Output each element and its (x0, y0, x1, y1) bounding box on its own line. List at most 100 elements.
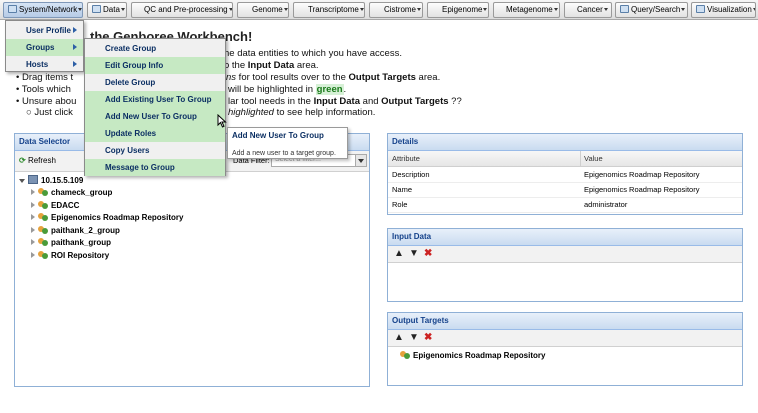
top-menubar: System/Network Data QC and Pre-processin… (0, 0, 758, 20)
menu-item-update-roles[interactable]: Update Roles (85, 125, 225, 142)
tree-group-item[interactable]: paithank_2_group (31, 225, 120, 236)
remove-icon[interactable]: ✖ (424, 249, 432, 259)
collapsed-triangle-icon[interactable] (31, 202, 35, 208)
intro-line-3-tail: ns for tool results over to the Output T… (226, 72, 440, 83)
server-icon (28, 175, 38, 184)
tree-group-label: ROI Repository (51, 251, 110, 260)
menu-item-groups[interactable]: Groups (6, 39, 83, 56)
qc-preprocessing-menu-button[interactable]: QC and Pre-processing (131, 2, 233, 18)
attribute-cell: Description (392, 170, 430, 179)
intro-line-3-post: area. (415, 72, 441, 83)
intro-line-5-tail: lar tool needs in the Input Data and Out… (228, 96, 462, 107)
intro-line-6-post: to see help information. (273, 107, 376, 118)
value-cell: Epigenomics Roadmap Repository (584, 170, 700, 179)
tree-group-item[interactable]: ROI Repository (31, 250, 109, 261)
menu-item-label: Groups (26, 43, 55, 52)
output-target-item[interactable]: Epigenomics Roadmap Repository (400, 350, 545, 361)
chevron-down-icon (483, 8, 488, 11)
cistrome-menu-button[interactable]: Cistrome (369, 2, 423, 18)
intro-line-3-bold: Output Targets (348, 72, 416, 83)
collapsed-triangle-icon[interactable] (31, 189, 35, 195)
tree-group-label: EDACC (51, 201, 80, 210)
value-column-header[interactable]: Value (584, 151, 603, 166)
chevron-right-icon (73, 27, 77, 33)
tree-group-item[interactable]: EDACC (31, 200, 79, 211)
menu-item-delete-group[interactable]: Delete Group (85, 74, 225, 91)
menu-item-label: Hosts (26, 60, 49, 69)
remove-icon[interactable]: ✖ (424, 333, 432, 343)
intro-line-6: ○ Just click (26, 107, 73, 118)
expanded-triangle-icon[interactable] (19, 179, 25, 183)
menu-item-create-group[interactable]: Create Group (85, 40, 225, 57)
data-menu-label: Data (103, 5, 120, 14)
chevron-down-icon (120, 8, 125, 11)
intro-line-5: • Unsure abou (16, 96, 77, 107)
cancer-menu-button[interactable]: Cancer (564, 2, 612, 18)
intro-line-2-bold: Input Data (247, 60, 295, 71)
system-network-menu-button[interactable]: System/Network (3, 2, 83, 18)
menu-item-message-to-group[interactable]: Message to Group (85, 159, 225, 176)
chevron-down-icon (553, 8, 558, 11)
output-targets-toolbar: ▲ ▼ ✖ (388, 330, 742, 347)
tree-group-item[interactable]: chameck_group (31, 187, 112, 198)
chevron-down-icon[interactable] (355, 155, 366, 166)
intro-line-5-bold-1: Input Data (313, 96, 361, 107)
table-row[interactable]: Role administrator (388, 197, 742, 213)
genome-menu-button[interactable]: Genome (237, 2, 289, 18)
details-grid-header: Attribute Value (388, 151, 742, 167)
intro-line-5-pre: Unsure abou (21, 96, 77, 107)
query-search-menu-button[interactable]: Query/Search (615, 2, 688, 18)
tree-group-item[interactable]: paithank_group (31, 237, 111, 248)
intro-line-4-mid: will be highlighted in (228, 84, 316, 95)
menu-item-add-new-user[interactable]: Add New User To Group (85, 108, 225, 125)
groups-submenu: Create Group Edit Group Info Delete Grou… (84, 38, 226, 176)
tree-root-label: 10.15.5.109 (41, 176, 84, 185)
intro-line-2-post: area. (294, 60, 319, 71)
value-cell: administrator (584, 200, 628, 209)
move-down-icon[interactable]: ▼ (409, 249, 419, 259)
tooltip-body: Add a new user to a target group. (232, 150, 336, 157)
tree-group-item[interactable]: Epigenomics Roadmap Repository (31, 212, 183, 223)
menu-item-copy-users[interactable]: Copy Users (85, 142, 225, 159)
move-down-icon[interactable]: ▼ (409, 333, 419, 343)
refresh-button[interactable]: ⟳ Refresh (19, 155, 56, 166)
table-row[interactable]: Description Epigenomics Roadmap Reposito… (388, 167, 742, 183)
menu-item-hosts[interactable]: Hosts (6, 56, 83, 73)
intro-line-4-post: . (343, 84, 347, 95)
chevron-down-icon (681, 8, 686, 11)
system-icon (8, 5, 17, 13)
collapsed-triangle-icon[interactable] (31, 214, 35, 220)
cancer-label: Cancer (577, 5, 603, 14)
transcriptome-menu-button[interactable]: Transcriptome (293, 2, 365, 18)
system-network-dropdown: User Profile Groups Hosts (5, 20, 84, 72)
chevron-down-icon (359, 8, 364, 11)
epigenome-menu-button[interactable]: Epigenome (427, 2, 489, 18)
intro-line-6-pre: Just click (34, 107, 73, 118)
visualization-menu-button[interactable]: Visualization (691, 2, 756, 18)
data-menu-button[interactable]: Data (87, 2, 127, 18)
metagenome-menu-button[interactable]: Metagenome (493, 2, 560, 18)
visualization-label: Visualization (707, 5, 752, 14)
move-up-icon[interactable]: ▲ (394, 333, 404, 343)
intro-line-5-mid: lar tool needs in the (228, 96, 314, 107)
intro-line-4-pre: Tools which (21, 84, 71, 95)
attribute-column-header[interactable]: Attribute (392, 151, 420, 166)
menu-item-user-profile[interactable]: User Profile (6, 22, 83, 39)
collapsed-triangle-icon[interactable] (31, 239, 35, 245)
intro-line-1: he data entities to which you have acces… (224, 48, 402, 59)
collapsed-triangle-icon[interactable] (31, 252, 35, 258)
chevron-down-icon (417, 8, 422, 11)
input-data-panel[interactable]: Input Data ▲ ▼ ✖ (387, 228, 743, 302)
collapsed-triangle-icon[interactable] (31, 227, 35, 233)
move-up-icon[interactable]: ▲ (394, 249, 404, 259)
chevron-down-icon (603, 8, 608, 11)
intro-line-3-pre: Drag items t (21, 72, 74, 83)
menu-item-edit-group-info[interactable]: Edit Group Info (85, 57, 225, 74)
qc-preprocessing-label: QC and Pre-processing (144, 5, 228, 14)
input-data-header: Input Data (388, 229, 742, 246)
refresh-icon: ⟳ (19, 156, 26, 165)
menu-item-add-existing-user[interactable]: Add Existing User To Group (85, 91, 225, 108)
output-targets-panel[interactable]: Output Targets ▲ ▼ ✖ Epigenomics Roadmap… (387, 312, 743, 386)
tree-root-host[interactable]: 10.15.5.109 (19, 175, 83, 186)
table-row[interactable]: Name Epigenomics Roadmap Repository (388, 182, 742, 198)
